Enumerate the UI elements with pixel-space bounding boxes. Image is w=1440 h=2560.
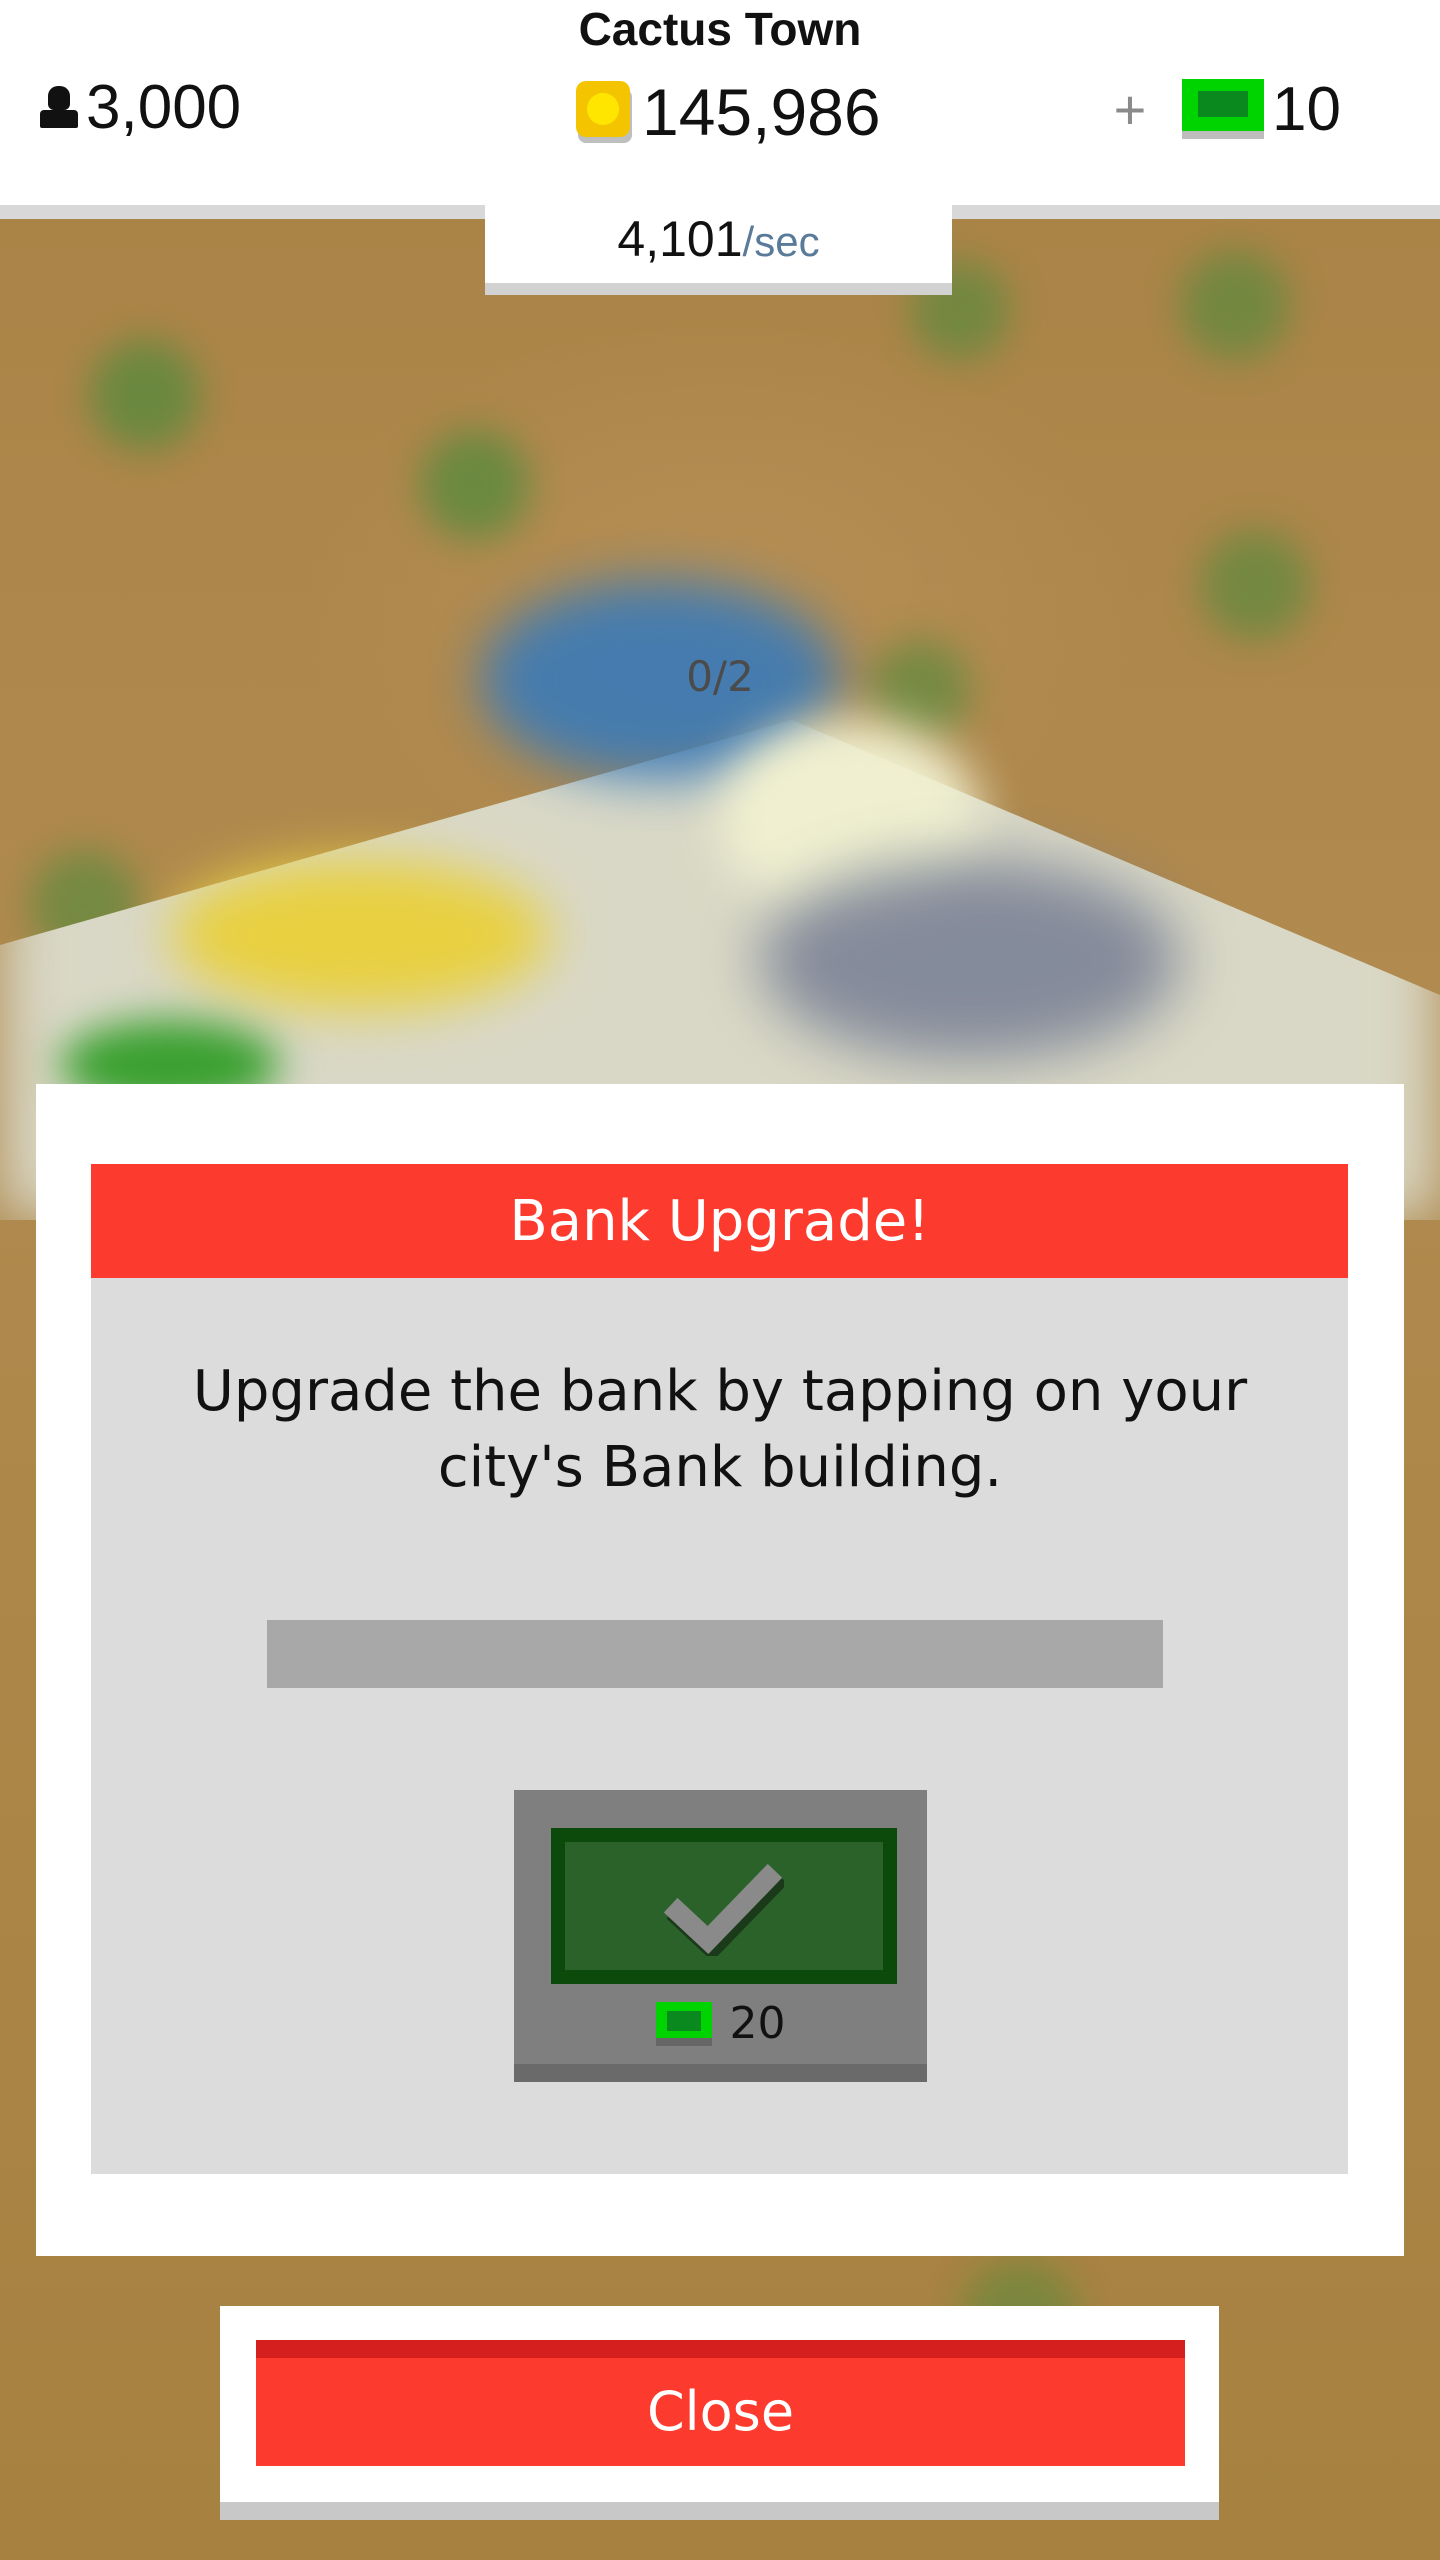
checkmark-icon bbox=[664, 1863, 784, 1956]
dialog-header: Bank Upgrade! bbox=[91, 1164, 1348, 1278]
close-button-label: Close bbox=[646, 2379, 795, 2443]
instant-complete-button[interactable]: 20 bbox=[514, 1790, 927, 2082]
dialog-message: Upgrade the bank by tapping on your city… bbox=[192, 1359, 1248, 1500]
income-rate-unit: /sec bbox=[742, 218, 820, 265]
population-value: 3,000 bbox=[86, 73, 242, 142]
complete-cost: 20 bbox=[514, 1998, 927, 2049]
quest-progress-count: 0/2 bbox=[686, 652, 754, 701]
cash-value: 10 bbox=[1272, 75, 1341, 144]
coin-icon bbox=[576, 81, 634, 143]
income-rate: 4,101/sec bbox=[485, 210, 952, 268]
complete-cost-value: 20 bbox=[729, 1998, 786, 2049]
cash-counter[interactable]: + 10 bbox=[1100, 74, 1341, 145]
quest-progress-bar bbox=[267, 1620, 1163, 1688]
coin-counter: 145,986 bbox=[576, 74, 881, 150]
dialog-title: Bank Upgrade! bbox=[509, 1188, 930, 1254]
population-counter: 3,000 bbox=[38, 72, 241, 143]
cash-icon bbox=[1182, 78, 1264, 141]
town-name: Cactus Town bbox=[578, 3, 862, 55]
income-rate-value: 4,101 bbox=[617, 211, 743, 267]
quest-dialog: Bank Upgrade! Upgrade the bank by tappin… bbox=[36, 1084, 1404, 2256]
cash-icon bbox=[655, 2001, 712, 2046]
add-cash-button[interactable]: + bbox=[1100, 77, 1160, 142]
person-icon bbox=[38, 84, 80, 132]
close-button[interactable]: Close bbox=[256, 2340, 1185, 2466]
coin-value: 145,986 bbox=[642, 75, 881, 149]
